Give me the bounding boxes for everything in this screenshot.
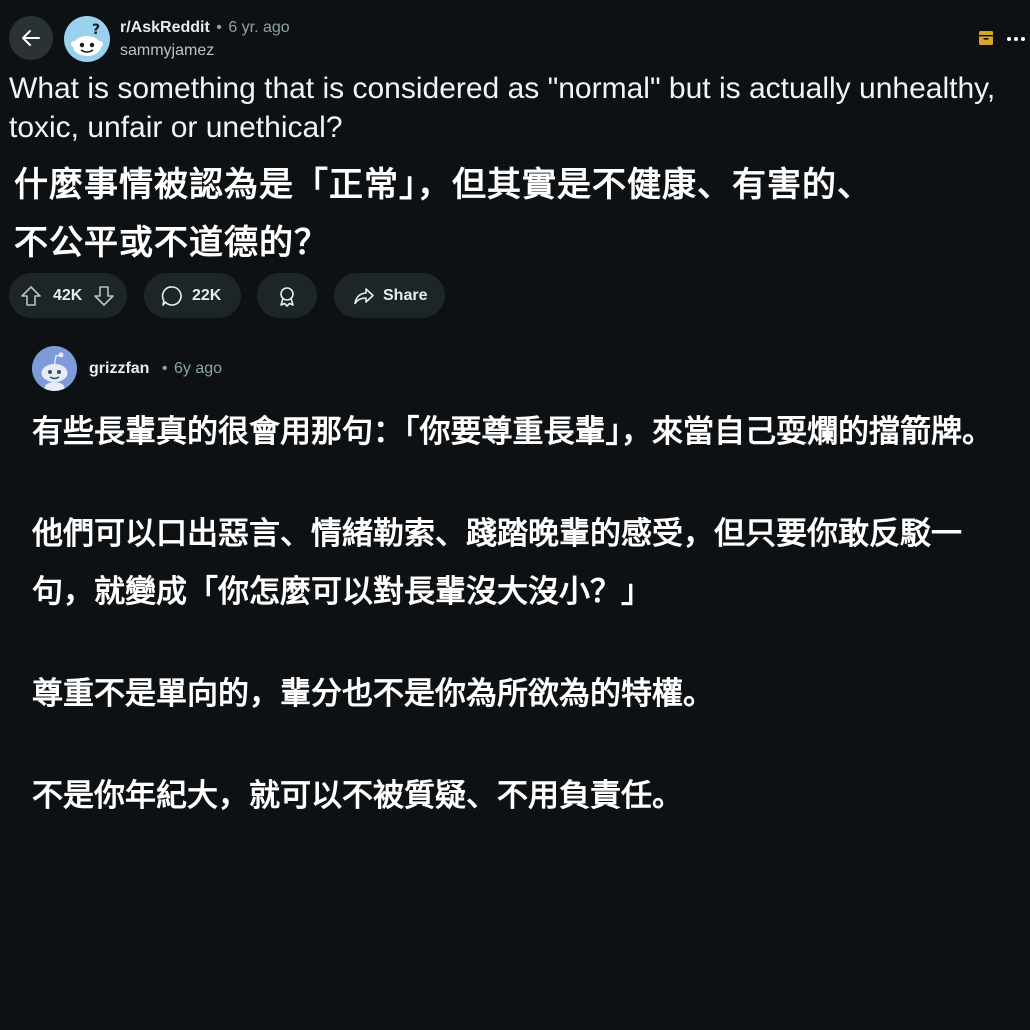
comment-username[interactable]: grizzfan (89, 360, 149, 377)
comment-meta: grizzfan • 6y ago (89, 358, 222, 380)
svg-text:?: ? (92, 22, 100, 38)
comment-paragraph: 不是你年紀大，就可以不被質疑、不用負責任。 (32, 778, 683, 813)
comment-body: 有些長輩真的很會用那句：「你要尊重長輩」，來當自己耍爛的擋箭牌。 他們可以口出惡… (32, 403, 1022, 869)
subreddit-name[interactable]: r/AskReddit (120, 19, 210, 36)
comment-meta-separator: • (161, 360, 168, 377)
comment-count: 22K (192, 286, 222, 304)
comment-icon (161, 285, 182, 306)
share-button[interactable]: Share (334, 273, 445, 318)
upvote-button[interactable] (20, 285, 42, 307)
vote-bar: 42K (9, 273, 127, 318)
back-arrow-icon (22, 30, 40, 46)
post-meta: r/AskReddit • 6 yr. ago (120, 17, 290, 39)
more-icon[interactable] (1006, 36, 1026, 42)
comment-paragraph: 他們可以口出惡言、情緒勒索、踐踏晚輩的感受，但只要你敢反駁一句，就變成「你怎麼可… (32, 516, 962, 609)
post-author[interactable]: sammyjamez (120, 40, 214, 62)
comment-paragraph: 尊重不是單向的，輩分也不是你為所欲為的特權。 (32, 676, 714, 711)
share-label: Share (383, 286, 428, 304)
downvote-icon (94, 285, 115, 306)
comments-button[interactable]: 22K (144, 273, 241, 318)
translation-line-1: 什麼事情被認為是「正常」，但其實是不健康、有害的、 (14, 166, 872, 204)
award-icon (280, 286, 294, 307)
commenter-avatar[interactable] (32, 346, 77, 391)
upvote-icon (21, 285, 41, 306)
meta-separator: • (216, 19, 222, 36)
comment-age: 6y ago (173, 360, 223, 377)
subreddit-avatar[interactable]: ? (64, 16, 110, 62)
share-icon (354, 287, 374, 304)
award-button[interactable] (257, 273, 317, 318)
comment-paragraph: 有些長輩真的很會用那句：「你要尊重長輩」，來當自己耍爛的擋箭牌。 (32, 414, 993, 449)
snoo-avatar-icon: ? (71, 22, 103, 56)
post-title-translation: 什麼事情被認為是「正常」，但其實是不健康、有害的、 不公平或不道德的？ (14, 156, 1014, 272)
back-button[interactable] (9, 16, 53, 60)
post-page: ? r/AskReddit • 6 yr. ago sammyjamez Wha… (0, 0, 1030, 1030)
snoo-avatar-icon (41, 352, 68, 391)
downvote-button[interactable] (93, 285, 115, 307)
vote-count: 42K (53, 286, 83, 304)
archive-icon (979, 31, 993, 45)
translation-line-2: 不公平或不道德的？ (14, 224, 329, 262)
post-title: What is something that is considered as … (9, 72, 996, 144)
post-age: 6 yr. ago (228, 19, 290, 36)
